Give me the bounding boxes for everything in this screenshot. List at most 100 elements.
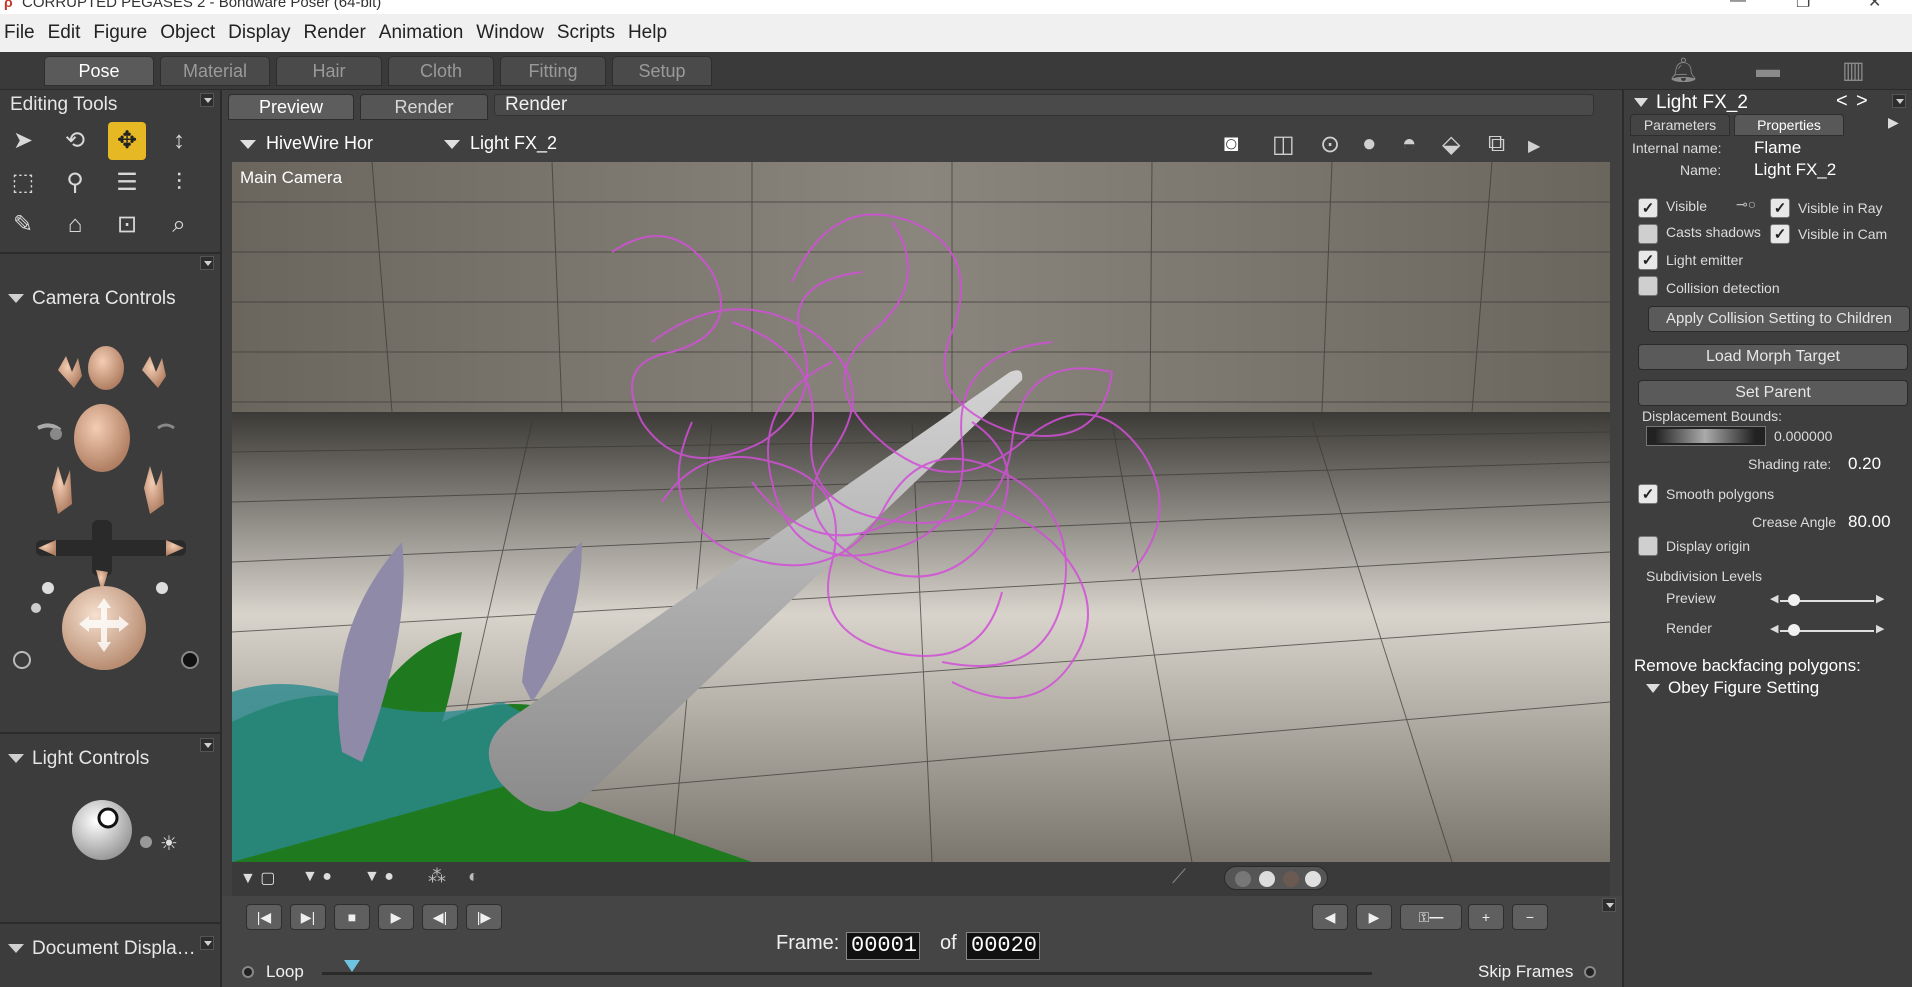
next-actor-icon[interactable]: > [1856, 90, 1868, 113]
spheres-icon[interactable]: ⁂ [428, 866, 446, 887]
visible-in-camera-checkbox[interactable]: ✓ [1770, 224, 1790, 244]
snapshot-icon[interactable]: ◫ [1272, 130, 1295, 159]
actor-dropdown[interactable]: Light FX_2 [444, 133, 557, 154]
library-icon[interactable]: ▥ [1842, 56, 1865, 85]
subdivision-render-thumb[interactable] [1788, 624, 1800, 636]
stop-button[interactable]: ■ [334, 904, 370, 930]
visible-in-ray-checkbox[interactable]: ✓ [1770, 198, 1790, 218]
tab-parameters[interactable]: Parameters [1630, 114, 1730, 136]
view-magnifier-icon[interactable]: ⊡ [108, 206, 146, 244]
close-icon[interactable]: ✕ [1868, 0, 1881, 12]
tab-pose[interactable]: Pose [44, 56, 154, 86]
menu-render[interactable]: Render [301, 22, 376, 44]
skip-frames-toggle[interactable] [1584, 966, 1596, 978]
step-forward-button[interactable]: |▶ [466, 904, 502, 930]
twist-tool-icon[interactable]: ⚲ [56, 164, 94, 202]
loop-toggle[interactable] [242, 966, 254, 978]
add-key-button[interactable]: + [1468, 904, 1504, 930]
translate-tool-icon[interactable]: ✥ [108, 122, 146, 160]
camera-controls-menu-icon[interactable] [200, 256, 214, 270]
tab-setup[interactable]: Setup [612, 56, 712, 86]
light-controls-widget[interactable]: ☀ [60, 790, 190, 870]
backfacing-dropdown[interactable]: Obey Figure Setting [1646, 678, 1819, 698]
tab-render[interactable]: Render [360, 94, 488, 120]
maximize-icon[interactable]: ❐ [1796, 0, 1810, 12]
previous-key-button[interactable]: ◀ [1312, 904, 1348, 930]
subdivision-preview-thumb[interactable] [1788, 594, 1800, 606]
display-origin-checkbox[interactable] [1638, 536, 1658, 556]
editing-tools-menu-icon[interactable] [200, 93, 214, 107]
document-display-menu-icon[interactable] [200, 936, 214, 950]
remove-key-button[interactable]: − [1512, 904, 1548, 930]
name-field[interactable]: Light FX_2 [1754, 160, 1836, 180]
sphere-icon[interactable]: ◓ [1402, 130, 1417, 158]
magnify-icon[interactable]: ⌕ [160, 206, 198, 244]
menu-figure[interactable]: Figure [91, 22, 158, 44]
casts-shadows-checkbox[interactable] [1638, 224, 1658, 244]
menu-object[interactable]: Object [158, 22, 226, 44]
go-to-end-button[interactable]: ▶| [290, 904, 326, 930]
collision-detection-checkbox[interactable] [1638, 276, 1658, 296]
color-swatches[interactable] [1224, 866, 1328, 890]
tab-scroll-arrow-icon[interactable]: ▶ [1888, 114, 1899, 131]
render-camera-icon[interactable]: ⊙ [1320, 130, 1340, 159]
rotate-tool-icon[interactable]: ⟲ [56, 122, 94, 160]
menu-window[interactable]: Window [474, 22, 555, 44]
props-menu-icon[interactable] [1892, 94, 1906, 108]
menu-help[interactable]: Help [626, 22, 678, 44]
depth-cue-dropdown-icon[interactable]: ▼ ● [364, 868, 394, 886]
tab-material[interactable]: Material [160, 56, 270, 86]
tracking-dropdown-icon[interactable]: ▼ ● [302, 868, 332, 886]
tab-hair[interactable]: Hair [276, 56, 382, 86]
shading-rate-value[interactable]: 0.20 [1848, 454, 1881, 474]
grouping-tool-icon[interactable]: ⌂ [56, 206, 94, 244]
ruler-icon[interactable]: ⟋ [1172, 866, 1186, 889]
taper-tool-icon[interactable]: ☰ [108, 164, 146, 202]
select-tool-icon[interactable]: ➤ [4, 122, 42, 160]
menu-file[interactable]: File [2, 22, 46, 44]
color-tool-icon[interactable]: ✎ [4, 206, 42, 244]
menu-animation[interactable]: Animation [377, 22, 475, 44]
play-button[interactable]: ▶ [378, 904, 414, 930]
load-morph-target-button[interactable]: Load Morph Target [1638, 344, 1908, 370]
minimize-icon[interactable]: — [1730, 0, 1746, 10]
bell-icon[interactable]: 🔔︎ [1668, 56, 1698, 85]
displacement-bounds-dial[interactable] [1646, 426, 1766, 446]
camera-icon[interactable]: ◙ [1224, 130, 1239, 158]
toolbar-arrow-icon[interactable]: ▶ [1528, 136, 1540, 156]
ground-plane-icon[interactable]: ⬙ [1442, 130, 1460, 159]
displacement-bounds-value[interactable]: 0.000000 [1774, 428, 1832, 444]
timeline-scrubber[interactable] [344, 960, 360, 972]
chain-break-icon[interactable]: ⫶ [160, 164, 198, 202]
translate-in-out-icon[interactable]: ↕ [160, 122, 198, 160]
animation-menu-icon[interactable] [1602, 898, 1616, 912]
timeline-track[interactable] [322, 972, 1372, 975]
go-to-start-button[interactable]: |◀ [246, 904, 282, 930]
menu-scripts[interactable]: Scripts [555, 22, 626, 44]
keyframes-button[interactable]: ⚿━ [1400, 904, 1462, 930]
menu-display[interactable]: Display [226, 22, 301, 44]
prev-actor-icon[interactable]: < [1836, 90, 1848, 113]
step-back-button[interactable]: ◀| [422, 904, 458, 930]
shade-sphere-icon[interactable]: ◐ [468, 866, 479, 887]
smooth-polygons-checkbox[interactable]: ✓ [1638, 484, 1658, 504]
scale-tool-icon[interactable]: ⬚ [4, 164, 42, 202]
camera-controls-widget[interactable] [8, 318, 214, 678]
tab-properties[interactable]: Properties [1734, 114, 1844, 136]
current-frame-field[interactable]: 00001 [846, 932, 920, 960]
total-frames-field[interactable]: 00020 [966, 932, 1040, 960]
light-controls-menu-icon[interactable] [200, 738, 214, 752]
visible-checkbox[interactable]: ✓ [1638, 198, 1658, 218]
menu-edit[interactable]: Edit [46, 22, 92, 44]
tab-preview[interactable]: Preview [228, 94, 354, 120]
figure-dropdown[interactable]: HiveWire Hor [240, 133, 373, 154]
next-key-button[interactable]: ▶ [1356, 904, 1392, 930]
light-emitter-checkbox[interactable]: ✓ [1638, 250, 1658, 270]
display-style-dropdown-icon[interactable]: ▼ ▢ [240, 868, 275, 888]
movie-camera-icon[interactable]: ⧉ [1488, 130, 1505, 158]
crease-angle-value[interactable]: 80.00 [1848, 512, 1891, 532]
dot-icon[interactable]: ● [1362, 130, 1377, 158]
set-parent-button[interactable]: Set Parent [1638, 380, 1908, 406]
chat-icon[interactable]: ▬ [1756, 56, 1780, 84]
tab-cloth[interactable]: Cloth [388, 56, 494, 86]
